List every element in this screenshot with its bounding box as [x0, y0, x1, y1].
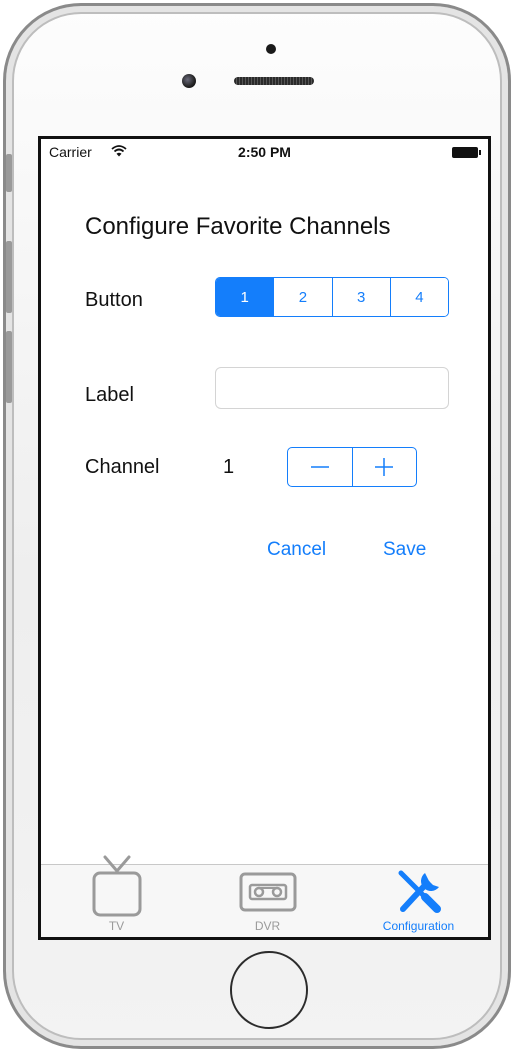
front-camera — [182, 74, 196, 88]
channel-stepper — [287, 447, 417, 487]
earpiece-speaker — [234, 77, 314, 85]
segment-1[interactable]: 1 — [216, 278, 274, 316]
tab-configuration[interactable]: Configuration — [343, 865, 488, 937]
tab-tv-label: TV — [108, 919, 125, 933]
save-button[interactable]: Save — [383, 539, 426, 561]
screen: Carrier 2:50 PM Configure Favorite Chann… — [38, 136, 491, 940]
button-segmented-control: 1 2 3 4 — [215, 277, 449, 317]
button-label: Button — [85, 289, 143, 311]
tab-tv[interactable]: TV — [41, 855, 192, 937]
tv-icon — [92, 855, 141, 917]
minus-icon — [310, 466, 329, 468]
mute-switch — [6, 154, 12, 192]
tab-dvr[interactable]: DVR — [192, 865, 343, 937]
tab-dvr-label: DVR — [254, 919, 281, 933]
proximity-sensor — [266, 44, 276, 54]
status-time: 2:50 PM — [238, 144, 291, 160]
volume-down-button — [6, 331, 12, 403]
tools-icon — [398, 870, 441, 913]
channel-value: 1 — [223, 456, 235, 478]
channel-label: Channel — [85, 456, 160, 478]
cancel-button[interactable]: Cancel — [267, 539, 326, 561]
status-bar: Carrier 2:50 PM — [41, 139, 488, 165]
tab-bar: TV DVR Configuration — [41, 855, 488, 937]
volume-up-button — [6, 241, 12, 313]
label-label: Label — [85, 384, 134, 406]
increment-button[interactable] — [351, 448, 417, 486]
segment-3[interactable]: 3 — [331, 278, 390, 316]
page-title: Configure Favorite Channels — [85, 213, 391, 240]
decrement-button[interactable] — [288, 448, 352, 486]
battery-icon — [452, 147, 481, 158]
tab-configuration-label: Configuration — [382, 919, 455, 933]
segment-2[interactable]: 2 — [273, 278, 332, 316]
plus-icon — [375, 458, 394, 476]
label-input[interactable] — [215, 367, 449, 409]
home-button[interactable] — [230, 951, 308, 1029]
segment-4[interactable]: 4 — [389, 278, 448, 316]
cassette-icon — [239, 872, 296, 912]
